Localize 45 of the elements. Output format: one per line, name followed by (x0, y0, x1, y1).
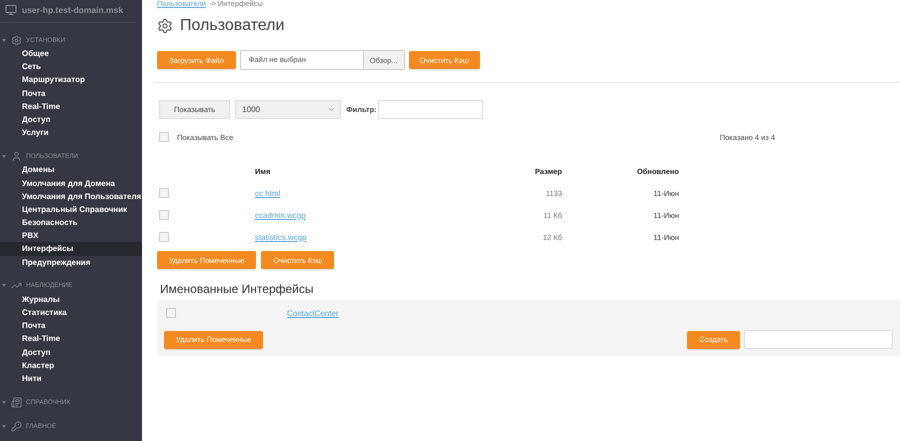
sidebar-item[interactable]: Предупреждения (0, 256, 142, 269)
sidebar-item[interactable]: Интерфейсы (0, 242, 142, 256)
sidebar-item[interactable]: Real-Time (0, 100, 142, 113)
sidebar-item[interactable]: Умолчания для Домена (0, 176, 142, 190)
sidebar-item[interactable]: Общее (0, 47, 142, 60)
checkbox[interactable] (159, 188, 169, 198)
expand-arrow-icon[interactable] (2, 284, 6, 288)
caret-icon (327, 105, 336, 114)
checkbox[interactable] (159, 210, 169, 220)
filter-field[interactable] (378, 100, 483, 119)
sidebar-item[interactable]: Умолчания для Пользователя (0, 190, 142, 203)
expand-arrow-icon[interactable] (2, 424, 6, 428)
sidebar-item[interactable]: Почта (0, 86, 142, 100)
sidebar-item[interactable]: Нити (0, 372, 142, 386)
name-field[interactable] (744, 330, 893, 349)
sidebar-item[interactable]: PBX (0, 229, 142, 242)
sidebar-item[interactable]: Статистика (0, 306, 142, 320)
page-title: Пользователи (180, 17, 284, 35)
sidebar-item[interactable]: Доступ (0, 112, 142, 126)
sidebar-item[interactable]: Real-Time (0, 332, 142, 346)
checkbox[interactable] (159, 132, 169, 142)
sidebar-item[interactable]: Услуги (0, 126, 142, 140)
section-icon (11, 420, 22, 432)
host-name: user-hp.test-domain.msk (22, 5, 124, 15)
monitor-icon (5, 4, 17, 16)
checkbox[interactable] (159, 232, 169, 242)
sidebar-item[interactable]: Сеть (0, 60, 142, 74)
sidebar-item[interactable]: Журналы (0, 292, 142, 306)
checkbox[interactable] (166, 308, 176, 318)
sidebar-item[interactable]: Почта (0, 319, 142, 332)
section-icon (11, 150, 22, 162)
sidebar-item[interactable]: Маршрутизатор (0, 73, 142, 87)
expand-arrow-icon[interactable] (2, 38, 6, 42)
section-icon (11, 34, 22, 46)
sidebar-item[interactable]: Кластер (0, 358, 142, 372)
gear-icon (157, 18, 173, 34)
sidebar-item[interactable]: Домены (0, 163, 142, 176)
sidebar-item[interactable]: Доступ (0, 346, 142, 359)
section-title: Именованные Интерфейсы (160, 282, 314, 296)
sidebar-item[interactable]: Центральный Справочник (0, 202, 142, 216)
expand-arrow-icon[interactable] (2, 400, 6, 404)
section-icon (11, 396, 22, 408)
expand-arrow-icon[interactable] (2, 154, 6, 158)
page-size-select[interactable]: 1000 (235, 100, 342, 119)
sidebar-item[interactable]: Безопасность (0, 216, 142, 230)
